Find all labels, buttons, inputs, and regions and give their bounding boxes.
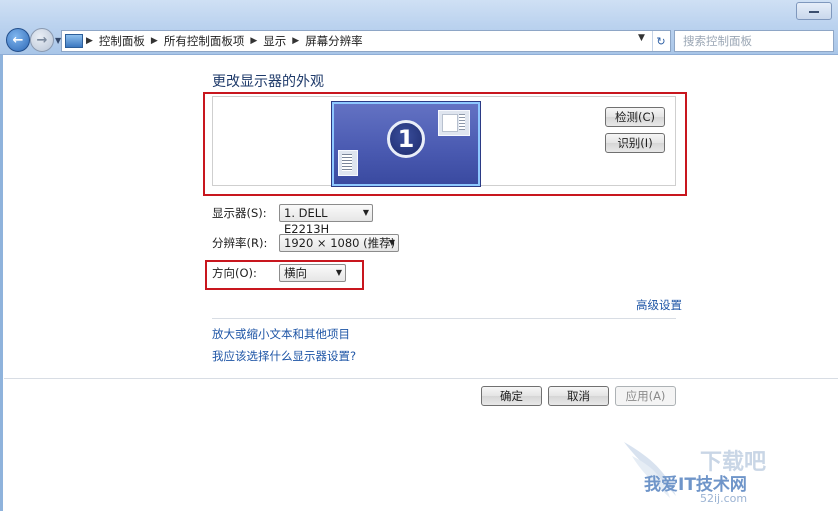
refresh-icon: ↻ [656, 34, 666, 48]
back-button[interactable]: ← [6, 28, 30, 52]
display-label: 显示器(S): [212, 206, 267, 220]
detect-button[interactable]: 检测(C) [605, 107, 665, 127]
mini-window-icon [438, 110, 470, 136]
monitor-number-badge: 1 [387, 120, 425, 158]
orientation-select-value: 横向 [284, 266, 307, 280]
breadcrumb-control-panel[interactable]: 控制面板 [99, 33, 145, 49]
advanced-settings-link[interactable]: 高级设置 [636, 297, 682, 313]
control-panel-icon [65, 34, 83, 48]
back-arrow-icon: ← [12, 32, 24, 48]
divider [212, 318, 676, 319]
minimize-button[interactable] [796, 2, 832, 20]
orientation-select[interactable]: 横向 ▼ [279, 264, 346, 282]
watermark-text: 52ij.com [700, 492, 748, 505]
display-select[interactable]: 1. DELL E2213H ▼ [279, 204, 373, 236]
forward-arrow-icon: → [36, 32, 48, 48]
cancel-button[interactable]: 取消 [548, 386, 609, 406]
chevron-down-icon: ▼ [335, 268, 342, 277]
breadcrumb-display[interactable]: 显示 [263, 33, 286, 49]
window-edge [0, 55, 3, 511]
search-input[interactable]: 搜索控制面板 [674, 30, 834, 52]
refresh-button[interactable]: ↻ [652, 31, 669, 51]
chevron-right-icon[interactable]: ▶ [151, 33, 158, 49]
breadcrumb: ▶ 控制面板 ▶ 所有控制面板项 ▶ 显示 ▶ 屏幕分辨率 [86, 33, 363, 49]
chevron-down-icon: ▼ [362, 208, 369, 217]
page-title: 更改显示器的外观 [212, 74, 324, 90]
text-size-link[interactable]: 放大或缩小文本和其他项目 [212, 326, 350, 342]
address-dropdown-icon[interactable]: ▼ [638, 33, 645, 43]
chevron-right-icon[interactable]: ▶ [86, 33, 93, 49]
breadcrumb-resolution[interactable]: 屏幕分辨率 [305, 33, 363, 49]
breadcrumb-all-items[interactable]: 所有控制面板项 [164, 33, 245, 49]
orientation-label: 方向(O): [212, 266, 257, 280]
minimize-icon [809, 11, 819, 13]
apply-button[interactable]: 应用(A) [615, 386, 676, 406]
resolution-select-value: 1920 × 1080 (推荐) [284, 236, 396, 250]
display-select-value: 1. DELL E2213H [284, 206, 330, 236]
identify-button[interactable]: 识别(I) [605, 133, 665, 153]
forward-button[interactable]: → [30, 28, 54, 52]
ok-button[interactable]: 确定 [481, 386, 542, 406]
chevron-right-icon[interactable]: ▶ [250, 33, 257, 49]
display-settings-help-link[interactable]: 我应该选择什么显示器设置? [212, 348, 356, 364]
chevron-right-icon[interactable]: ▶ [292, 33, 299, 49]
search-placeholder: 搜索控制面板 [683, 34, 752, 48]
resolution-label: 分辨率(R): [212, 236, 268, 250]
mini-document-icon [338, 150, 358, 176]
monitor-1-thumbnail[interactable]: 1 [332, 102, 480, 186]
chevron-down-icon: ▼ [388, 238, 395, 247]
divider [4, 378, 838, 379]
resolution-select[interactable]: 1920 × 1080 (推荐) ▼ [279, 234, 399, 252]
address-bar[interactable]: ▶ 控制面板 ▶ 所有控制面板项 ▶ 显示 ▶ 屏幕分辨率 ▼ ↻ [61, 30, 671, 52]
explorer-toolbar: ← → ▼ ▶ 控制面板 ▶ 所有控制面板项 ▶ 显示 ▶ 屏幕分辨率 ▼ ↻ … [0, 0, 838, 55]
